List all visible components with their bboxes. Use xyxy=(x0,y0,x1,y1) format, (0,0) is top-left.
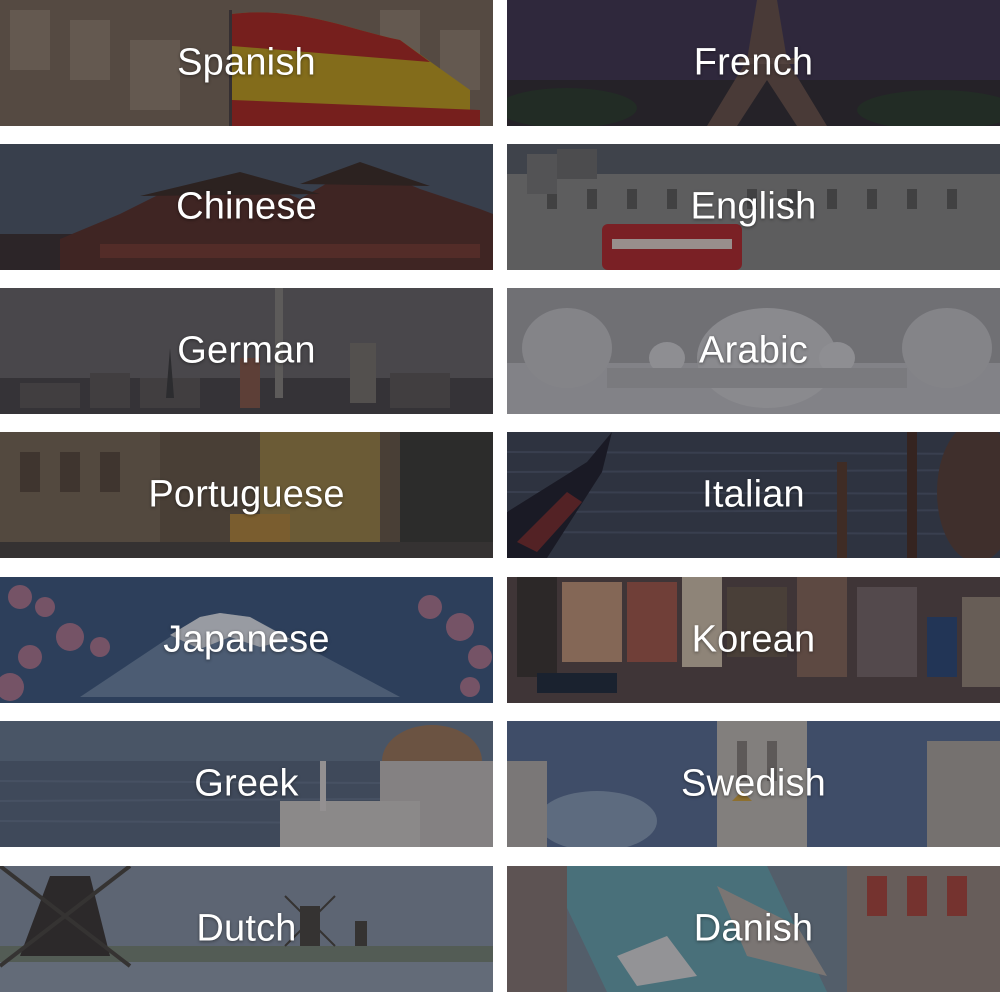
language-tile-portuguese[interactable]: Portuguese xyxy=(0,432,493,558)
language-tile-greek[interactable]: Greek xyxy=(0,721,493,847)
language-tile-japanese[interactable]: Japanese xyxy=(0,577,493,703)
language-tile-danish[interactable]: Danish xyxy=(507,866,1000,992)
language-label: Korean xyxy=(691,618,816,661)
language-tile-english[interactable]: English xyxy=(507,144,1000,270)
language-label: Dutch xyxy=(196,907,297,950)
language-label: Greek xyxy=(194,762,299,805)
language-label: Danish xyxy=(693,907,814,950)
language-tile-korean[interactable]: Korean xyxy=(507,577,1000,703)
language-tile-french[interactable]: French xyxy=(507,0,1000,126)
language-label: Spanish xyxy=(177,41,316,84)
language-tile-swedish[interactable]: Swedish xyxy=(507,721,1000,847)
language-tile-arabic[interactable]: Arabic xyxy=(507,288,1000,414)
language-label: Chinese xyxy=(176,185,317,228)
language-label: English xyxy=(690,185,817,228)
language-tile-dutch[interactable]: Dutch xyxy=(0,866,493,992)
language-label: German xyxy=(177,329,316,372)
language-label: Swedish xyxy=(680,762,827,805)
language-tile-german[interactable]: German xyxy=(0,288,493,414)
language-label: Japanese xyxy=(163,618,330,661)
language-label: Italian xyxy=(702,473,805,516)
language-grid: Spanish French Chinese English German Ar… xyxy=(0,0,1000,992)
language-label: Portuguese xyxy=(148,473,345,516)
language-tile-italian[interactable]: Italian xyxy=(507,432,1000,558)
language-tile-chinese[interactable]: Chinese xyxy=(0,144,493,270)
language-label: French xyxy=(693,41,814,84)
language-tile-spanish[interactable]: Spanish xyxy=(0,0,493,126)
language-label: Arabic xyxy=(699,329,808,372)
